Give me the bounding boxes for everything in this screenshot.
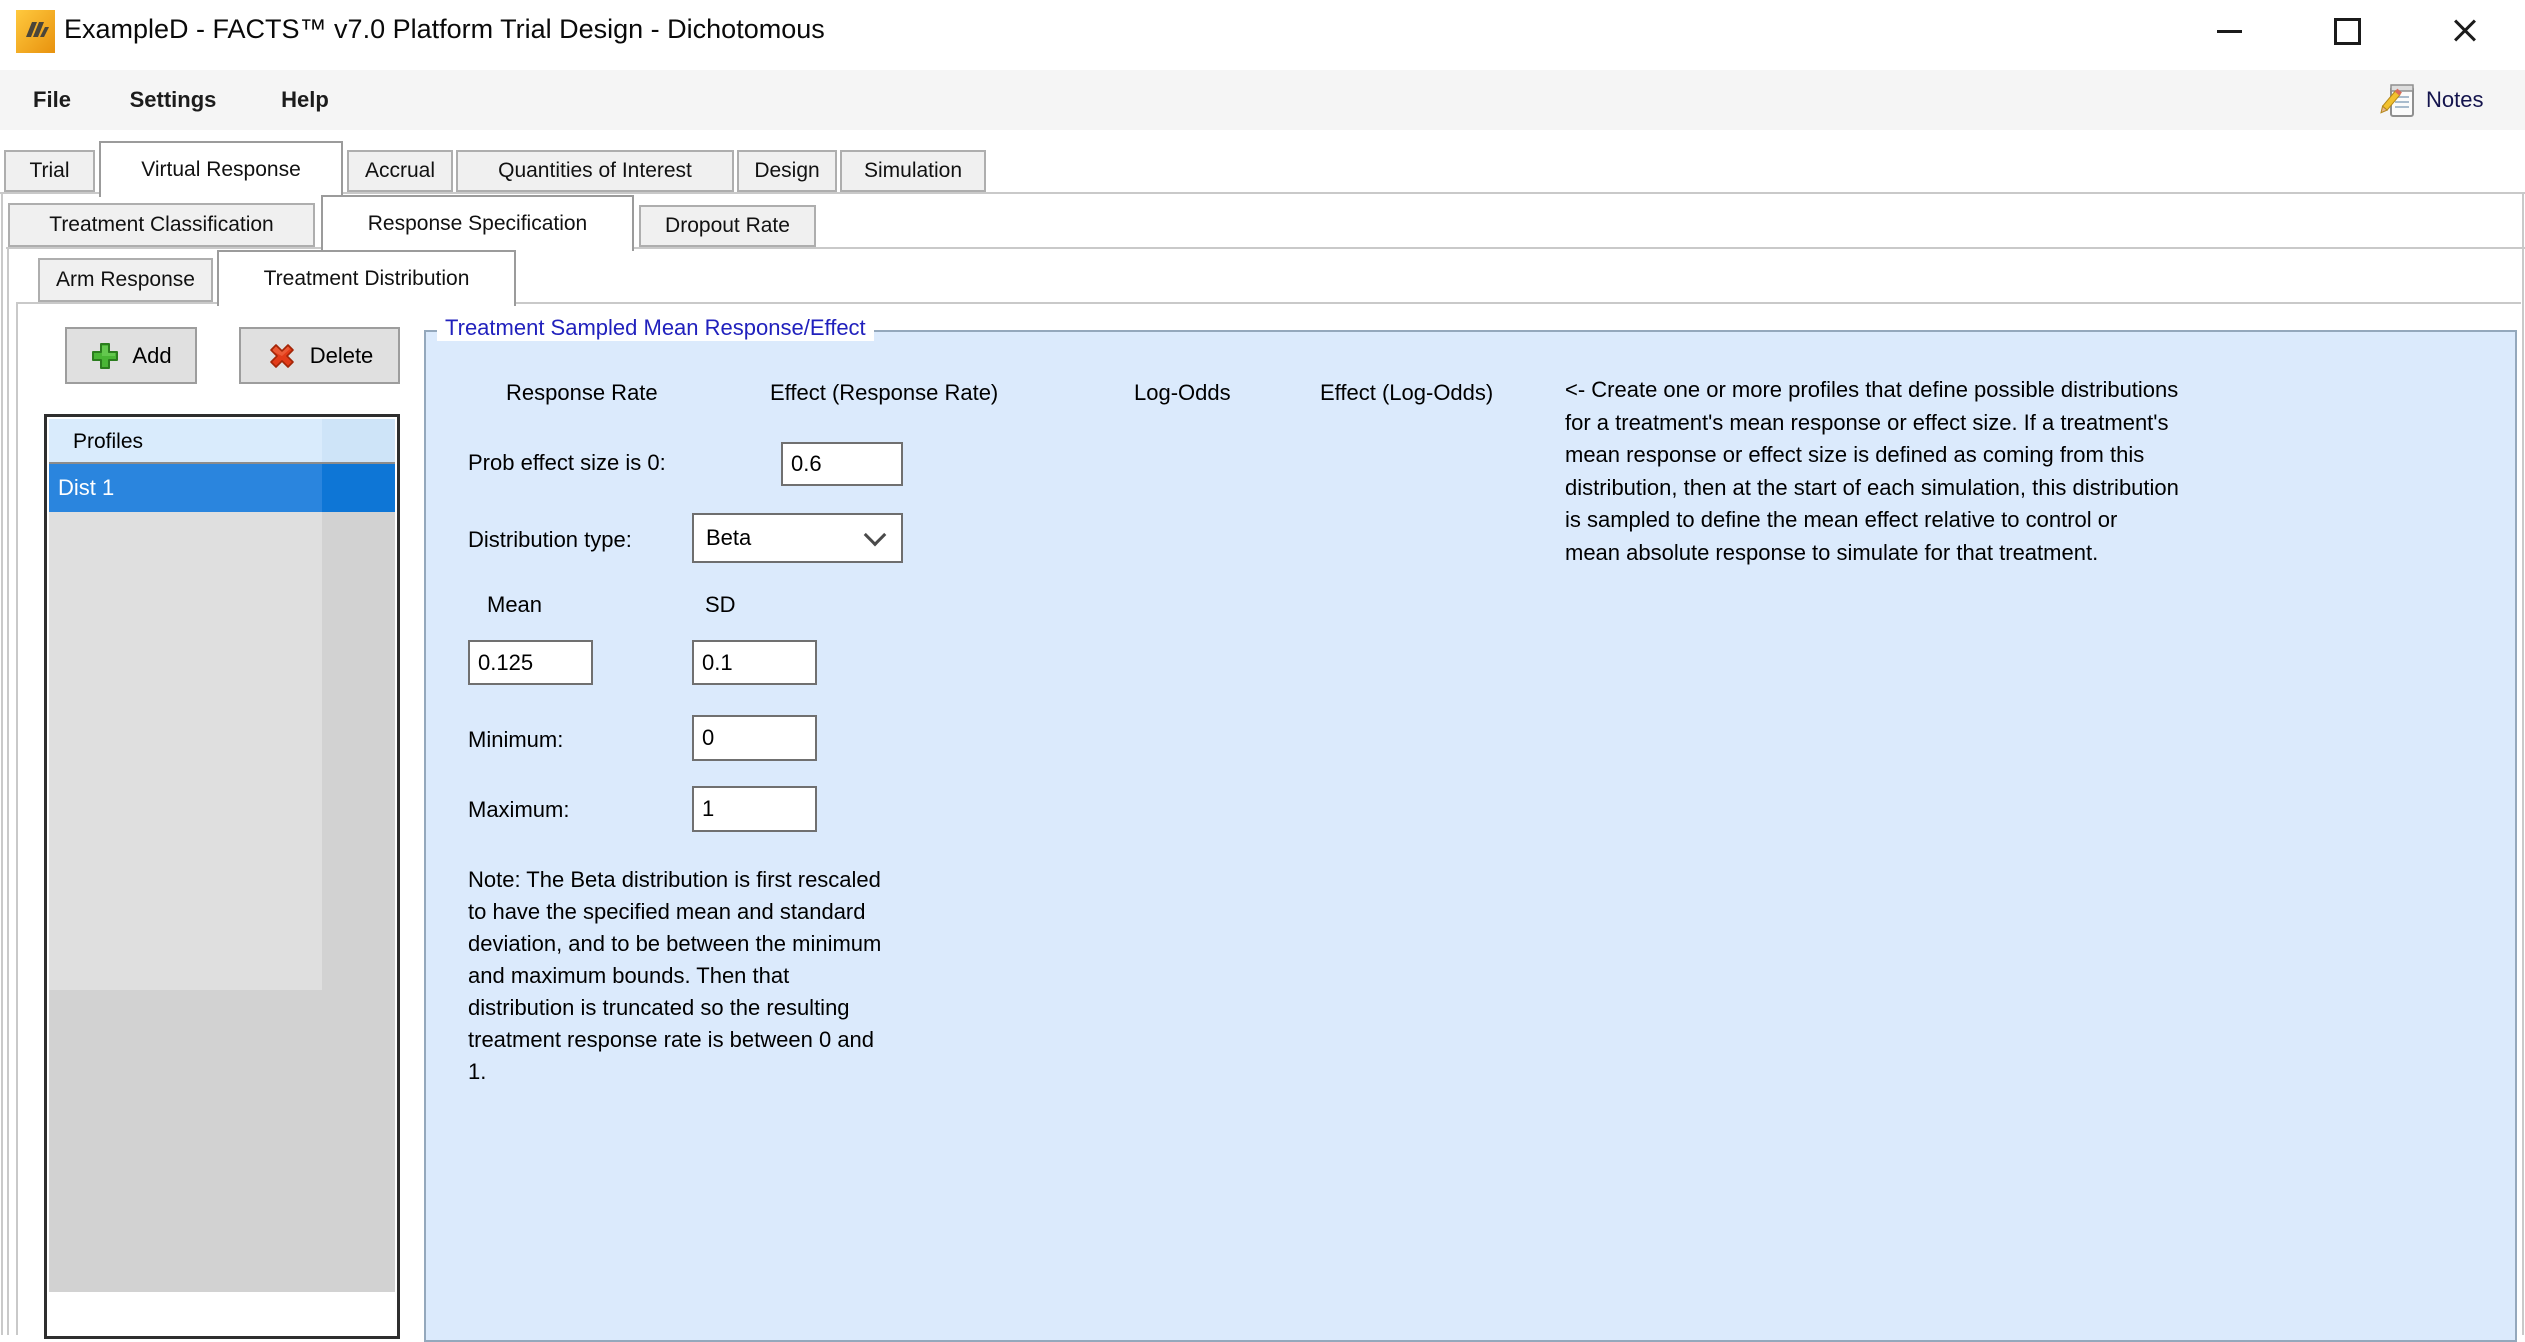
notes-icon	[2380, 80, 2418, 120]
add-label: Add	[132, 343, 171, 369]
prob-effect-label: Prob effect size is 0:	[468, 450, 666, 476]
app-icon	[16, 10, 55, 53]
menu-settings[interactable]: Settings	[113, 70, 233, 130]
minimum-input[interactable]	[692, 715, 817, 761]
close-button[interactable]	[2428, 0, 2502, 62]
tab-trial[interactable]: Trial	[4, 150, 95, 192]
radio-effect-response-rate-label[interactable]: Effect (Response Rate)	[770, 380, 998, 406]
distribution-type-value: Beta	[694, 525, 867, 551]
tabpage2-left-border	[7, 247, 9, 1335]
tabpage1-right-border	[2522, 192, 2524, 1335]
plus-icon	[90, 341, 120, 371]
maximize-button[interactable]	[2310, 0, 2384, 62]
tab-simulation[interactable]: Simulation	[840, 150, 986, 192]
tab-treatment-classification[interactable]: Treatment Classification	[8, 203, 315, 247]
tabpage1-left-border	[1, 192, 3, 1335]
tab-treatment-distribution[interactable]: Treatment Distribution	[217, 250, 516, 306]
radio-response-rate-label[interactable]: Response Rate	[506, 380, 658, 406]
sd-label: SD	[705, 592, 736, 618]
x-icon	[266, 341, 298, 371]
close-icon	[2452, 18, 2478, 44]
list-overlay-artifact	[49, 512, 322, 990]
tab-dropout-rate[interactable]: Dropout Rate	[639, 205, 816, 247]
window-title: ExampleD - FACTS™ v7.0 Platform Trial De…	[64, 14, 825, 45]
chevron-down-icon	[864, 524, 887, 547]
tab-design[interactable]: Design	[737, 150, 837, 192]
maximum-label: Maximum:	[468, 797, 569, 823]
minimize-button[interactable]	[2192, 0, 2266, 62]
list-item-dist-1[interactable]: Dist 1	[49, 464, 395, 512]
tabpage3-left-border	[16, 302, 18, 1335]
tab-response-specification[interactable]: Response Specification	[321, 195, 634, 251]
distribution-type-select[interactable]: Beta	[692, 513, 903, 563]
maximum-input[interactable]	[692, 786, 817, 832]
profiles-list: Profiles Dist 1	[44, 414, 400, 1339]
notes-button[interactable]: Notes	[2380, 74, 2515, 126]
maximize-icon	[2334, 18, 2361, 45]
sd-input[interactable]	[692, 640, 817, 685]
radio-effect-log-odds-label[interactable]: Effect (Log-Odds)	[1320, 380, 1493, 406]
beta-note: Note: The Beta distribution is first res…	[468, 864, 1008, 1088]
mean-label: Mean	[487, 592, 542, 618]
tab-virtual-response[interactable]: Virtual Response	[99, 141, 343, 197]
delete-label: Delete	[310, 343, 374, 369]
title-bar: ExampleD - FACTS™ v7.0 Platform Trial De…	[0, 0, 2525, 62]
radio-log-odds-label[interactable]: Log-Odds	[1134, 380, 1231, 406]
menu-file[interactable]: File	[22, 70, 82, 130]
menu-help[interactable]: Help	[267, 70, 343, 130]
profiles-column-header[interactable]: Profiles	[49, 419, 395, 464]
minimum-label: Minimum:	[468, 727, 563, 753]
menu-bar	[0, 70, 2525, 130]
profiles-list-empty-area[interactable]	[49, 512, 395, 1292]
add-button[interactable]: Add	[65, 327, 197, 384]
tabpage1-top-border	[0, 192, 2525, 194]
distribution-type-label: Distribution type:	[468, 527, 632, 553]
tab-arm-response[interactable]: Arm Response	[38, 258, 213, 302]
mean-input[interactable]	[468, 640, 593, 685]
minimize-icon	[2217, 30, 2242, 33]
groupbox-title: Treatment Sampled Mean Response/Effect	[437, 315, 874, 341]
delete-button[interactable]: Delete	[239, 327, 400, 384]
notes-label: Notes	[2426, 87, 2483, 113]
tab-quantities-of-interest[interactable]: Quantities of Interest	[456, 150, 734, 192]
prob-effect-input[interactable]	[781, 442, 903, 486]
help-text: <- Create one or more profiles that defi…	[1565, 374, 2365, 569]
tab-accrual[interactable]: Accrual	[347, 150, 453, 192]
